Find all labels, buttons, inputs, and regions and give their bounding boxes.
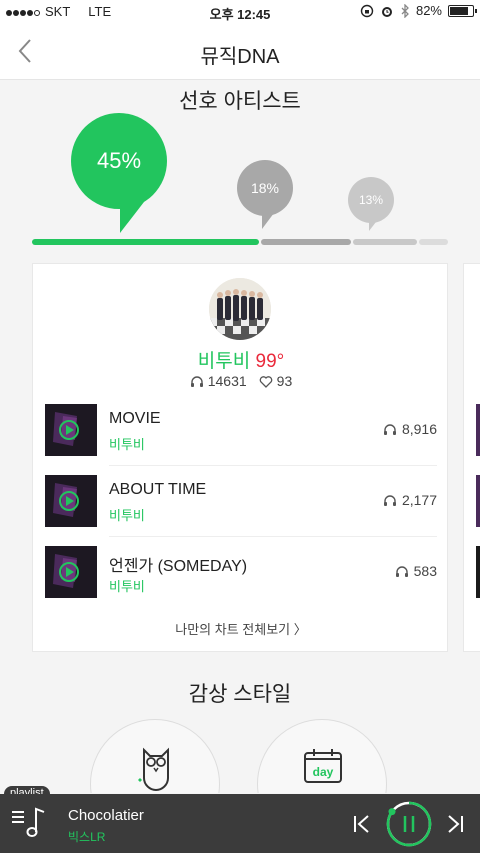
mini-player[interactable]: Chocolatier 빅스LR: [0, 794, 480, 853]
battery-percent: 82%: [415, 3, 442, 18]
page-title: 뮤직DNA: [200, 46, 280, 68]
song-row[interactable]: 언젠가 (SOMEDAY) 비투비 583: [45, 546, 437, 598]
heart-icon: [259, 375, 272, 388]
album-art-image: [45, 546, 97, 598]
share-bar-segment: [352, 239, 417, 245]
like-count-value: 93: [276, 373, 293, 389]
music-dna-content[interactable]: 선호 아티스트 45% 18% 13% 비투비 99° 14631 93 MOV…: [0, 81, 480, 793]
album-art: [45, 404, 97, 456]
song-plays-value: 8,916: [401, 421, 437, 437]
share-bubble-2: 18%: [237, 160, 293, 216]
headphones-icon: [190, 375, 203, 387]
now-playing-artist[interactable]: 빅스LR: [68, 828, 105, 845]
style-card-owl[interactable]: [90, 719, 220, 793]
listening-style-title: 감상 스타일: [188, 683, 292, 706]
album-art-image: [45, 404, 97, 456]
calendar-day-icon: day: [304, 749, 342, 783]
song-title: ABOUT TIME: [109, 481, 207, 498]
artist-stats: 14631 93: [33, 373, 449, 389]
rotation-lock-icon: [360, 4, 374, 17]
divider: [109, 536, 437, 537]
battery-fill: [450, 6, 469, 15]
playlist-icon: [12, 807, 45, 837]
artist-avatar[interactable]: [209, 278, 271, 340]
song-artist: 비투비: [109, 579, 145, 594]
day-label: day: [313, 765, 334, 779]
status-bar: SKT LTE 오후 12:45 82%: [0, 0, 480, 24]
song-row[interactable]: ABOUT TIME 비투비 2,177: [45, 475, 437, 527]
song-title: 언젠가 (SOMEDAY): [109, 558, 248, 575]
song-plays: 2,177: [383, 492, 437, 508]
song-row[interactable]: MOVIE 비투비 8,916: [45, 404, 437, 456]
share-bubble-1: 45%: [71, 113, 167, 209]
headphones-icon: [395, 565, 408, 577]
style-card-day[interactable]: day: [257, 719, 387, 793]
album-art: [476, 404, 480, 456]
song-plays-value: 583: [413, 563, 437, 579]
artist-heading: 비투비 99°: [33, 346, 449, 373]
like-count: 93: [259, 373, 293, 389]
share-bubble-3: 13%: [348, 177, 394, 223]
album-art: [476, 475, 480, 527]
artist-temperature: 99°: [255, 351, 285, 372]
artist-name[interactable]: 비투비: [198, 351, 250, 372]
artist-card[interactable]: 비투비 99° 14631 93 MOVIE 비투비 8,916 ABOUT T…: [32, 263, 448, 652]
battery-icon: [448, 4, 477, 17]
owl-icon: [138, 747, 169, 792]
alarm-icon: [381, 6, 392, 17]
album-art: [45, 475, 97, 527]
album-art: [476, 546, 480, 598]
song-plays: 8,916: [383, 421, 437, 437]
headphones-icon: [383, 423, 396, 435]
album-art: [45, 546, 97, 598]
bluetooth-icon: [401, 3, 409, 18]
status-right: 82%: [360, 3, 477, 18]
song-artist: 비투비: [109, 508, 145, 523]
album-art-image: [45, 475, 97, 527]
pause-button[interactable]: [385, 800, 433, 848]
playlist-button[interactable]: [12, 806, 48, 840]
listen-count-value: 14631: [207, 373, 247, 389]
song-plays-value: 2,177: [401, 492, 437, 508]
nav-bar: 뮤직DNA: [0, 24, 480, 80]
headphones-icon: [383, 494, 396, 506]
divider: [109, 465, 437, 466]
artist-photo: [209, 278, 271, 340]
song-artist: 비투비: [109, 437, 145, 452]
song-plays: 583: [395, 563, 437, 579]
favorite-artists-title: 선호 아티스트: [179, 90, 301, 113]
next-artist-card[interactable]: [463, 263, 480, 652]
listen-count: 14631: [190, 373, 247, 389]
view-all-chart-link[interactable]: 나만의 차트 전체보기 〉: [33, 619, 449, 638]
share-bar-segment: [418, 239, 448, 245]
share-bar-segment: [32, 239, 260, 245]
song-title: MOVIE: [109, 410, 161, 427]
next-track-icon[interactable]: [445, 814, 465, 834]
previous-track-icon[interactable]: [352, 814, 372, 834]
share-bar-segment: [261, 239, 351, 245]
now-playing-title[interactable]: Chocolatier: [68, 807, 144, 824]
